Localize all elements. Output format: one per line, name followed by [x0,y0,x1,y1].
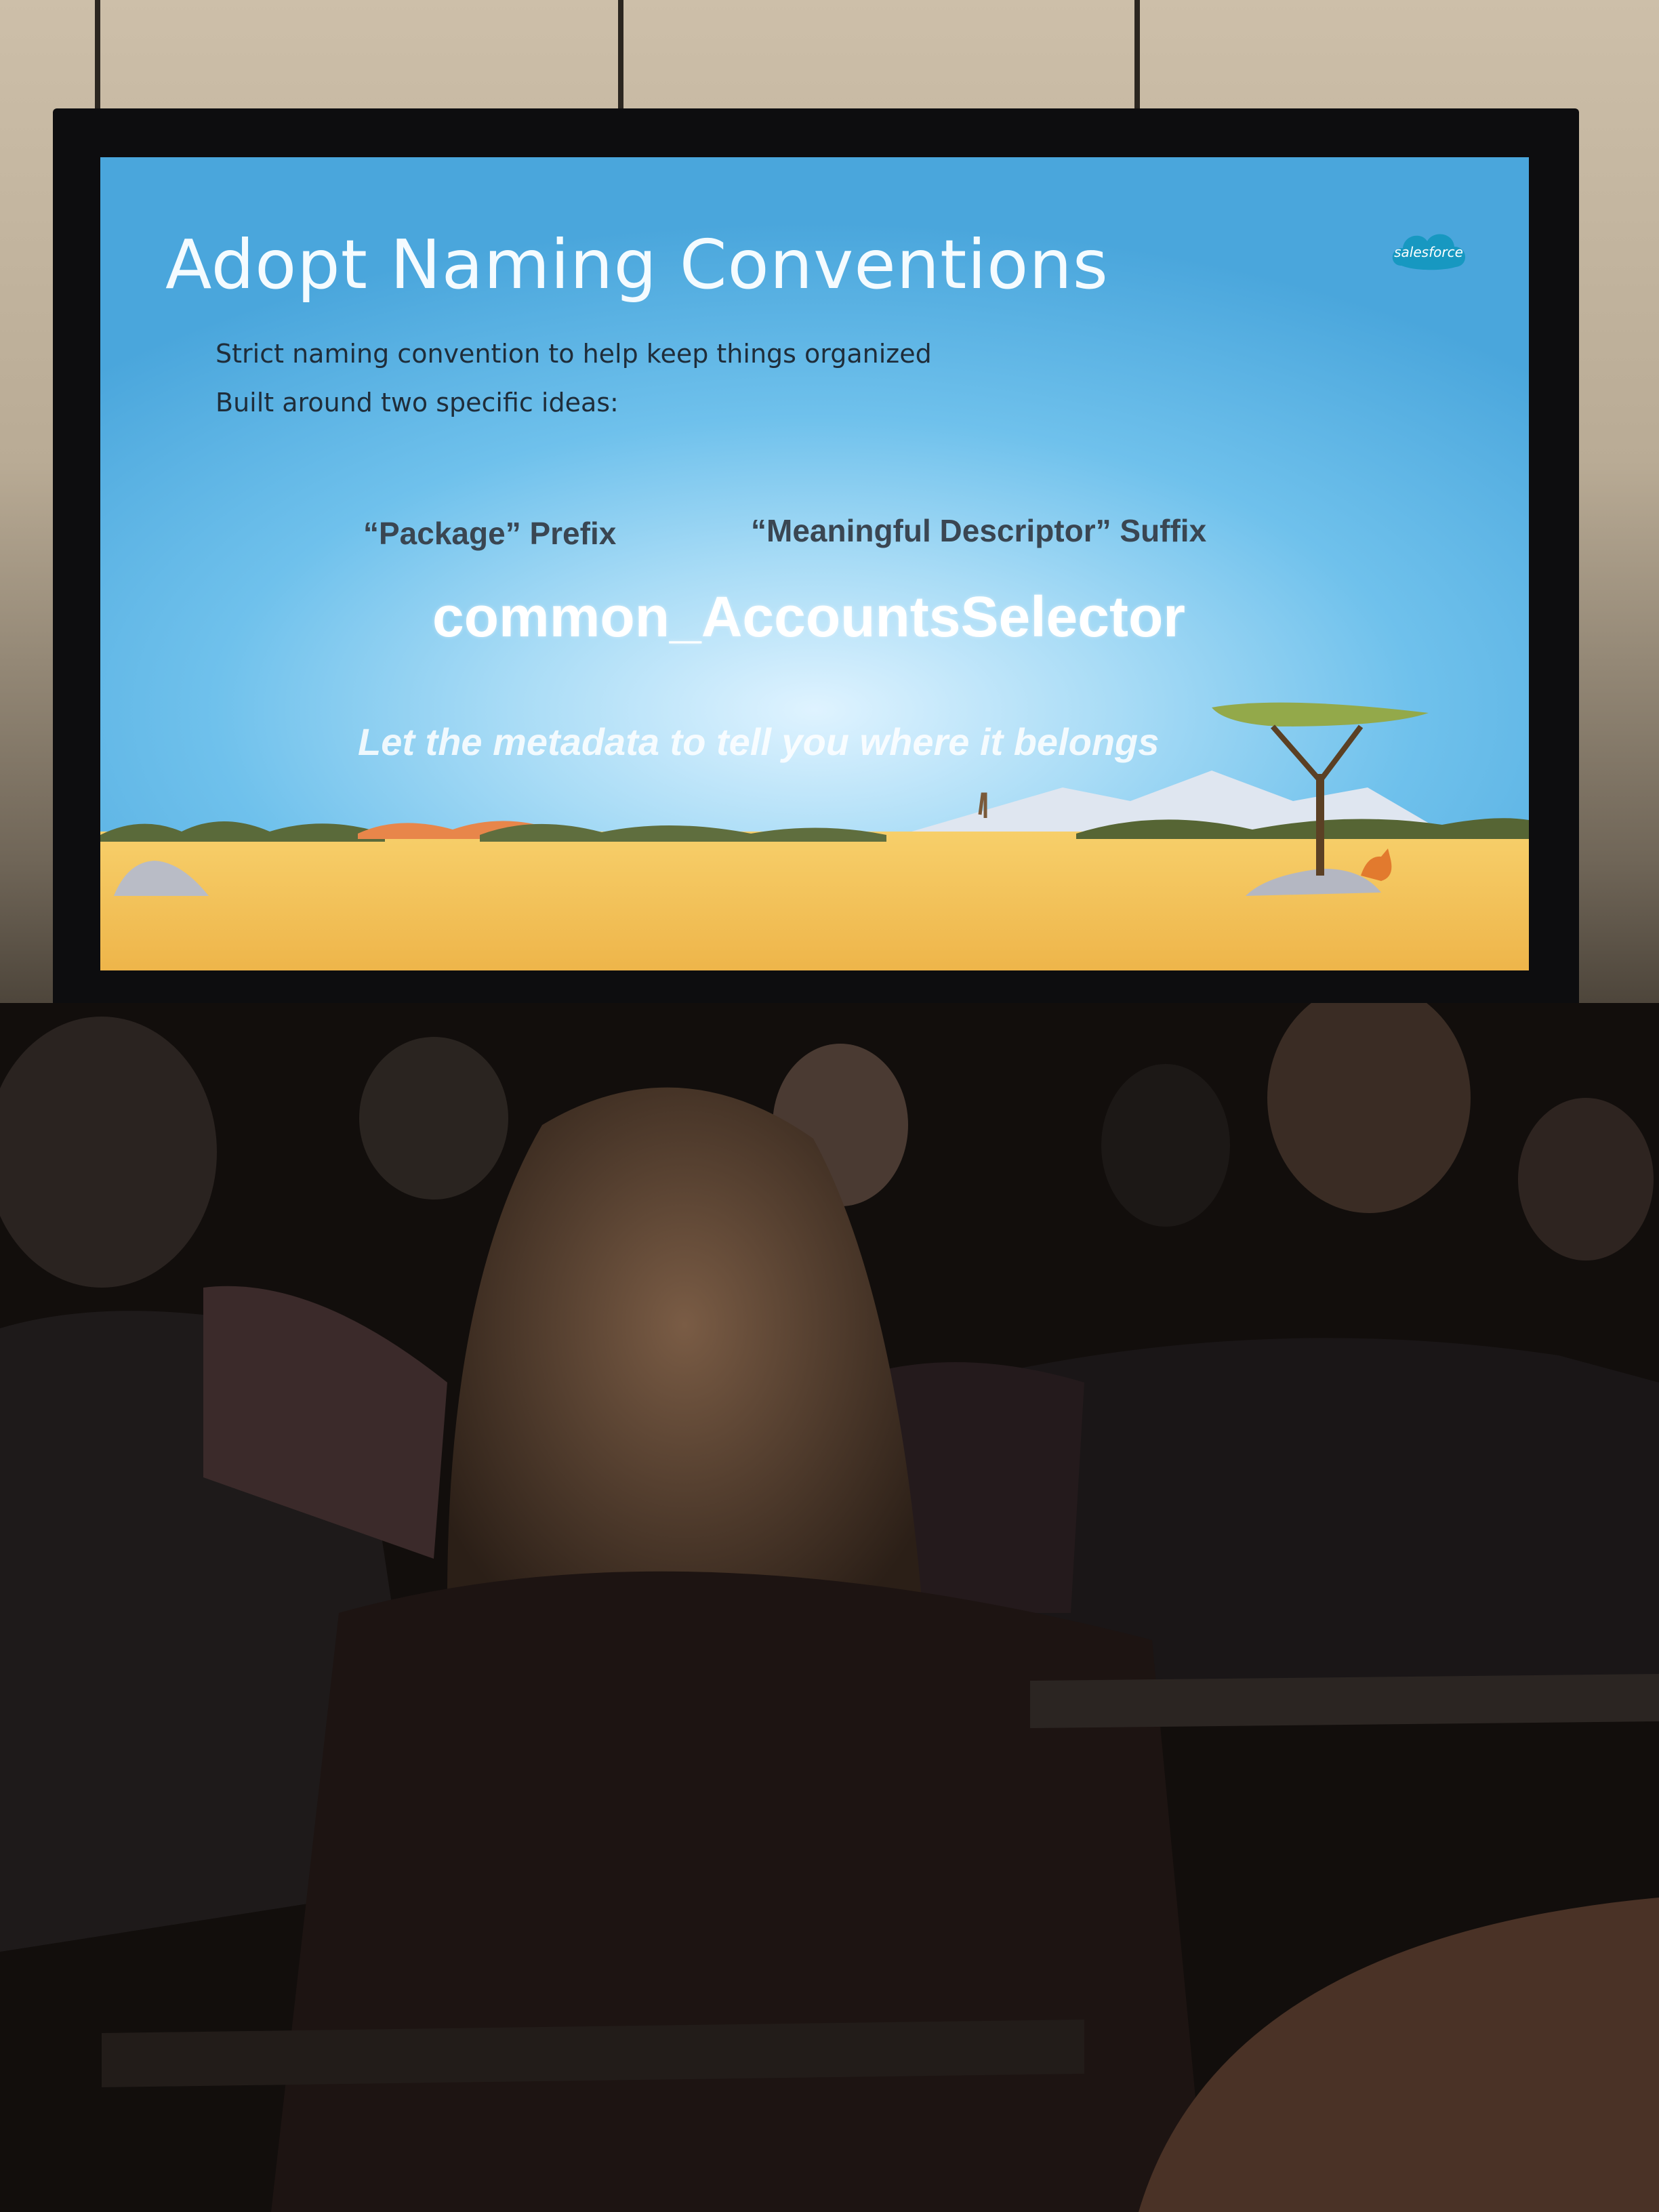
ground [100,832,1529,970]
audience-body [271,1571,1206,2212]
bullet-2: Built around two specific ideas: [216,388,619,417]
example-name: common_AccountsSelector [432,585,1185,649]
wall-seam [95,0,100,115]
bushes [100,821,385,842]
audience-head [359,1037,508,1200]
audience-head [1518,1098,1654,1261]
projector-screen: Adopt Naming Conventions salesforce Stri… [53,108,1579,1010]
slide-title: Adopt Naming Conventions [165,225,1109,304]
tree-canopy [1212,702,1429,726]
logo-text: salesforce [1394,244,1463,260]
audience-head [1101,1064,1230,1227]
prefix-idea: “Package” Prefix [363,516,617,551]
wall-seam [1134,0,1140,115]
wall-seam [618,0,623,115]
presentation-slide: Adopt Naming Conventions salesforce Stri… [100,157,1529,970]
bullet-1: Strict naming convention to help keep th… [216,339,932,369]
tree-trunk [1316,774,1324,876]
slide-tagline: Let the metadata to tell you where it be… [358,720,1160,763]
salesforce-logo: salesforce [1388,225,1469,279]
audience [0,1003,1659,2212]
bushes [480,823,886,842]
suffix-idea: “Meaningful Descriptor” Suffix [751,513,1207,548]
chair-back [1030,1674,1659,1728]
